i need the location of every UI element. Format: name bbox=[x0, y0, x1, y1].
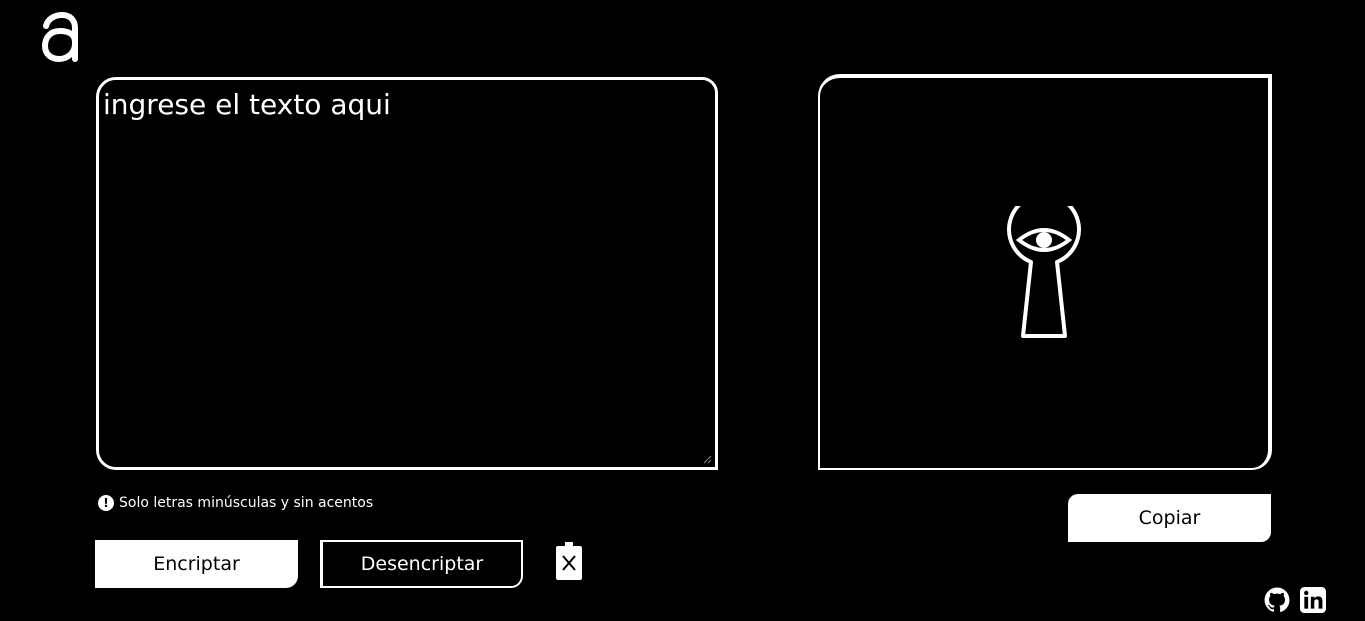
app-page: ! Solo letras minúsculas y sin acentos E… bbox=[0, 0, 1365, 621]
resize-grip-icon[interactable] bbox=[702, 454, 712, 464]
decrypt-button[interactable]: Desencriptar bbox=[320, 540, 523, 588]
input-hint: ! Solo letras minúsculas y sin acentos bbox=[98, 495, 373, 511]
copy-button-label: Copiar bbox=[1138, 507, 1201, 529]
github-icon[interactable] bbox=[1264, 587, 1290, 613]
encrypt-button-label: Encriptar bbox=[153, 553, 240, 575]
copy-button[interactable]: Copiar bbox=[1068, 494, 1271, 542]
trash-clear-icon[interactable] bbox=[554, 541, 584, 581]
hint-text: Solo letras minúsculas y sin acentos bbox=[119, 495, 374, 511]
text-input[interactable] bbox=[99, 80, 715, 467]
linkedin-icon[interactable] bbox=[1300, 587, 1326, 613]
keyhole-eye-icon bbox=[1007, 206, 1081, 338]
exclamation-circle-icon: ! bbox=[98, 495, 114, 511]
output-panel bbox=[818, 74, 1272, 470]
text-input-container bbox=[96, 77, 718, 470]
encrypt-button[interactable]: Encriptar bbox=[95, 540, 298, 588]
letter-a-logo-icon bbox=[41, 12, 78, 63]
decrypt-button-label: Desencriptar bbox=[360, 553, 484, 575]
